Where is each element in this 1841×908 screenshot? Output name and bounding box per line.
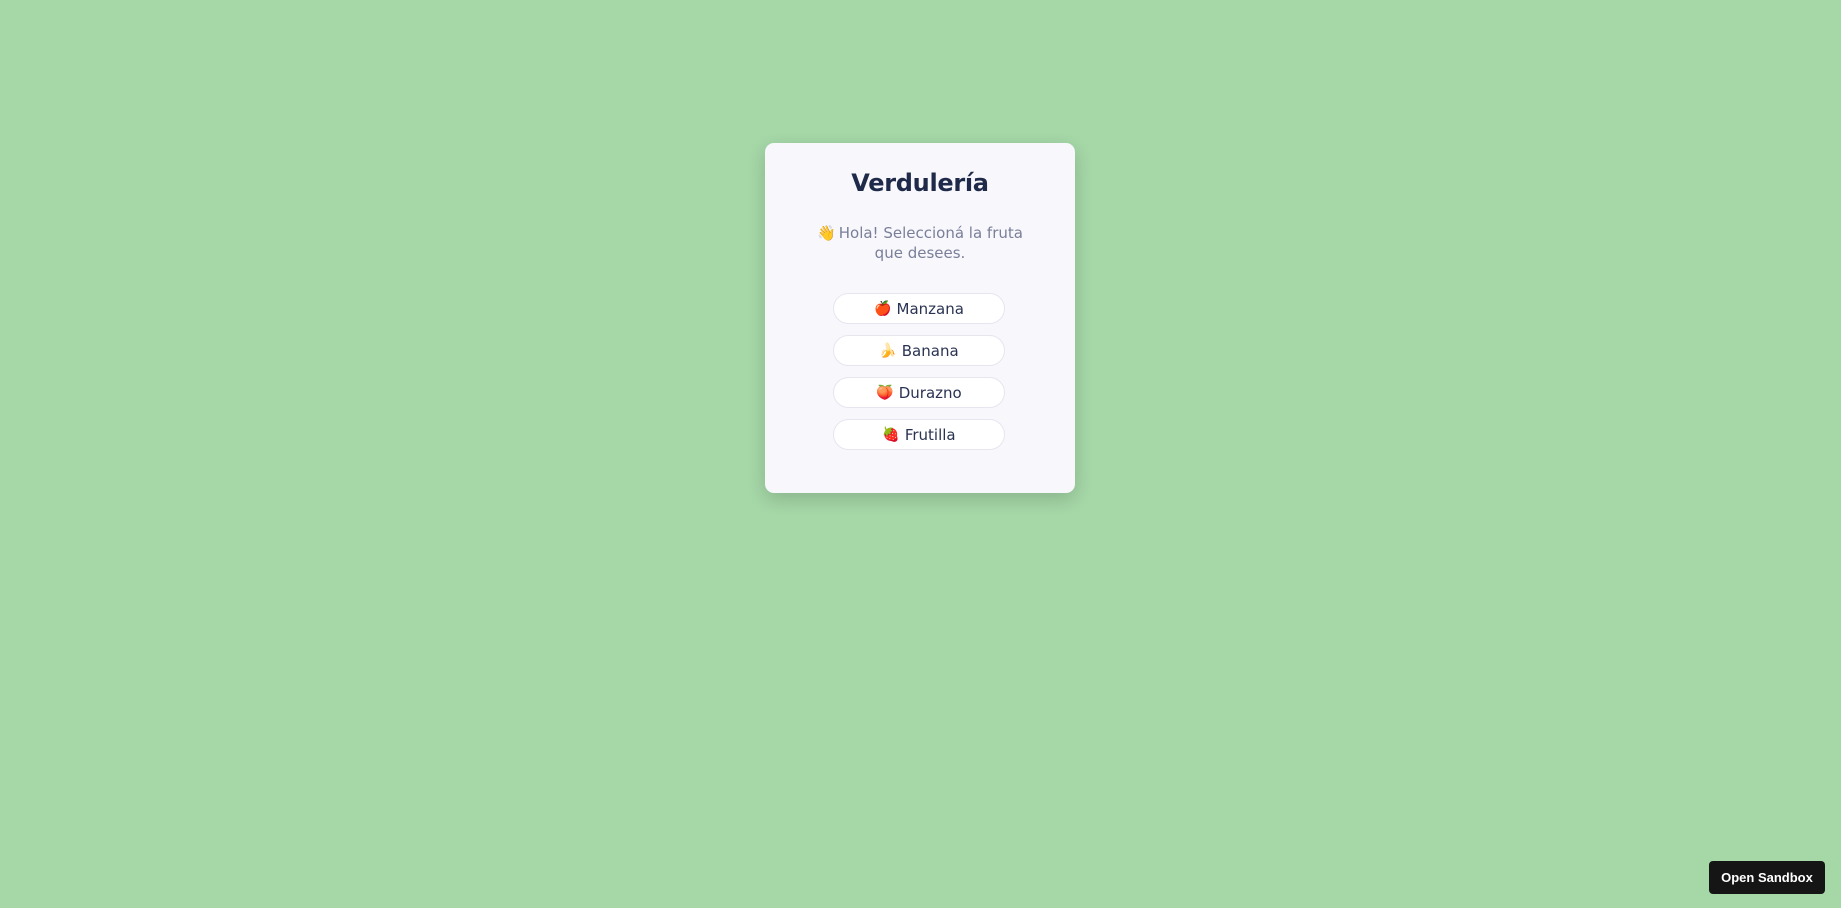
greeting-label: Hola! Seleccioná la fruta que desees. [838, 224, 1023, 262]
peach-icon: 🍑 [876, 384, 894, 401]
option-banana-button[interactable]: 🍌 Banana [833, 335, 1005, 366]
apple-icon: 🍎 [874, 300, 892, 317]
page-title: Verdulería [851, 169, 989, 197]
waving-hand-icon: 👋 [817, 224, 836, 242]
option-label: Frutilla [904, 425, 956, 444]
banana-icon: 🍌 [879, 342, 897, 359]
option-label: Banana [901, 341, 959, 360]
option-durazno-button[interactable]: 🍑 Durazno [833, 377, 1005, 408]
strawberry-icon: 🍓 [882, 426, 900, 443]
option-frutilla-button[interactable]: 🍓 Frutilla [833, 419, 1005, 450]
option-label: Durazno [898, 383, 962, 402]
open-sandbox-button[interactable]: Open Sandbox [1709, 861, 1825, 894]
option-manzana-button[interactable]: 🍎 Manzana [833, 293, 1005, 324]
greeting-text: 👋 Hola! Seleccioná la fruta que desees. [815, 223, 1025, 263]
fruit-options: 🍎 Manzana 🍌 Banana 🍑 Durazno 🍓 Frutilla [833, 293, 1005, 461]
option-label: Manzana [896, 299, 964, 318]
fruit-card: Verdulería 👋 Hola! Seleccioná la fruta qu… [765, 143, 1075, 493]
